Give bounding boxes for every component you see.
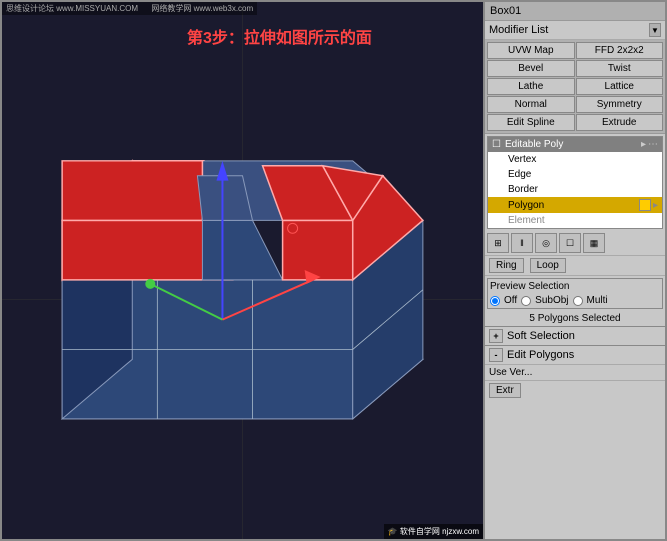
preview-subobj-radio[interactable]	[521, 296, 531, 306]
select-icon-btn[interactable]: ◎	[535, 233, 557, 253]
preview-off-label: Off	[504, 295, 517, 306]
uvw-map-btn[interactable]: UVW Map	[487, 42, 575, 59]
3d-scene	[2, 2, 483, 539]
object-name-text: Box01	[490, 5, 521, 17]
watermark-left-text: 思维设计论坛 www.MISSYUAN.COM	[6, 4, 138, 13]
border-label: Border	[508, 184, 538, 195]
vertex-label: Vertex	[508, 154, 536, 165]
extr-button[interactable]: Extr	[489, 383, 521, 398]
twist-btn[interactable]: Twist	[576, 60, 664, 77]
normal-btn[interactable]: Normal	[487, 96, 575, 113]
status-text: 5 Polygons Selected	[485, 311, 665, 326]
edit-spline-btn[interactable]: Edit Spline	[487, 114, 575, 131]
viewport: 思维设计论坛 www.MISSYUAN.COM 网络教学网 www.web3x.…	[2, 2, 485, 539]
preview-multi-label: Multi	[587, 295, 608, 306]
tree-checkbox: ☐	[492, 139, 501, 150]
lathe-btn[interactable]: Lathe	[487, 78, 575, 95]
tree-polygon[interactable]: Polygon ▸	[488, 197, 662, 213]
ffd-btn[interactable]: FFD 2x2x2	[576, 42, 664, 59]
ring-loop-row: Ring Loop	[485, 256, 665, 276]
use-ver-row: Use Ver...	[485, 364, 665, 380]
move-icon-btn[interactable]: ‖	[511, 233, 533, 253]
app-container: 思维设计论坛 www.MISSYUAN.COM 网络教学网 www.web3x.…	[0, 0, 667, 541]
polygon-label: Polygon	[508, 200, 544, 211]
grid-icon-btn[interactable]: ▦	[583, 233, 605, 253]
modifier-list-dropdown[interactable]: ▼	[649, 23, 661, 37]
edit-polygons-section[interactable]: - Edit Polygons	[485, 345, 665, 364]
modifier-buttons: UVW Map FFD 2x2x2 Bevel Twist Lathe Latt…	[485, 40, 665, 134]
soft-selection-section[interactable]: + Soft Selection	[485, 326, 665, 345]
preview-multi-radio[interactable]	[573, 296, 583, 306]
toolbar-icons-row: ⊞ ‖ ◎ ☐ ▦	[485, 231, 665, 256]
soft-selection-label: Soft Selection	[507, 330, 575, 342]
edge-label: Edge	[508, 169, 531, 180]
extrude-btn[interactable]: Extrude	[576, 114, 664, 131]
object-name-field[interactable]: Box01	[485, 2, 665, 21]
use-ver-text: Use Ver...	[489, 367, 532, 378]
preview-subobj-label: SubObj	[535, 295, 568, 306]
forum-watermark: 思维设计论坛 www.MISSYUAN.COM 网络教学网 www.web3x.…	[2, 2, 257, 15]
symmetry-btn[interactable]: Symmetry	[576, 96, 664, 113]
extr-row: Extr	[485, 380, 665, 400]
preview-selection-group: Preview Selection Off SubObj Multi	[487, 278, 663, 309]
polygon-box-icon	[639, 199, 651, 211]
bevel-btn[interactable]: Bevel	[487, 60, 575, 77]
polygon-expand-icon: ▸	[653, 200, 658, 211]
modifier-list-row: Modifier List ▼	[485, 21, 665, 40]
edit-polygons-label: Edit Polygons	[507, 349, 574, 361]
loop-button[interactable]: Loop	[530, 258, 566, 273]
watermark-right-text: 网络教学网 www.web3x.com	[151, 4, 253, 13]
editable-poly-label: Editable Poly	[501, 139, 641, 150]
tree-expand-icon: ▸	[641, 139, 646, 150]
tree-view: ☐ Editable Poly ▸ ⋯ Vertex Edge Border P…	[487, 136, 663, 229]
preview-selection-title: Preview Selection	[490, 281, 660, 292]
logo-watermark: 🎓 软件自学网 njzxw.com	[384, 524, 483, 539]
preview-radio-row: Off SubObj Multi	[490, 295, 660, 306]
ring-button[interactable]: Ring	[489, 258, 524, 273]
step-text: 第3步：拉伸如图所示的面	[187, 24, 372, 48]
preview-off-radio[interactable]	[490, 296, 500, 306]
tree-header: ☐ Editable Poly ▸ ⋯	[488, 137, 662, 152]
soft-selection-toggle[interactable]: +	[489, 329, 503, 343]
tree-border[interactable]: Border	[488, 182, 662, 197]
tree-edge[interactable]: Edge	[488, 167, 662, 182]
box-icon-btn[interactable]: ☐	[559, 233, 581, 253]
tree-dots-icon: ⋯	[648, 139, 658, 150]
right-panel: Box01 Modifier List ▼ UVW Map FFD 2x2x2 …	[485, 2, 665, 539]
tree-vertex[interactable]: Vertex	[488, 152, 662, 167]
edit-polygons-toggle[interactable]: -	[489, 348, 503, 362]
element-label: Element	[508, 215, 545, 226]
logo-text: 🎓 软件自学网 njzxw.com	[388, 527, 479, 536]
settings-icon-btn[interactable]: ⊞	[487, 233, 509, 253]
modifier-list-label: Modifier List	[489, 24, 649, 36]
lattice-btn[interactable]: Lattice	[576, 78, 664, 95]
tree-element[interactable]: Element	[488, 213, 662, 228]
